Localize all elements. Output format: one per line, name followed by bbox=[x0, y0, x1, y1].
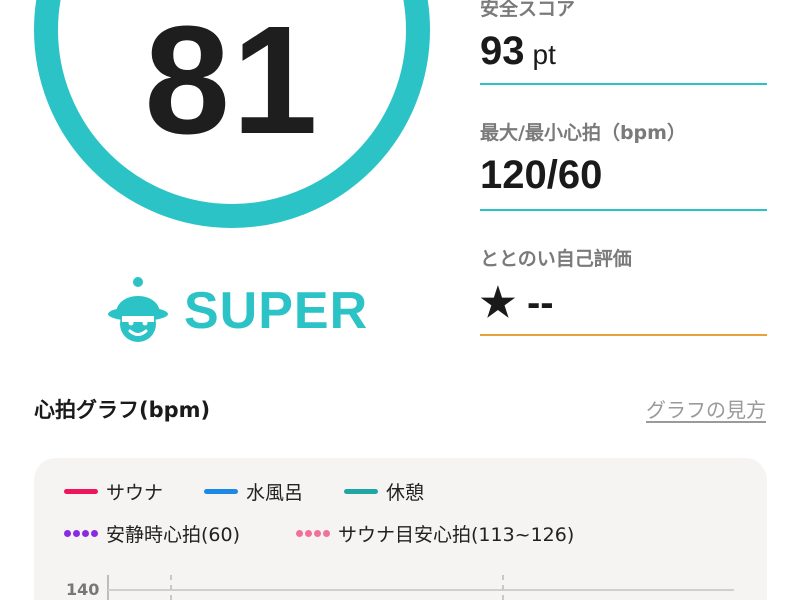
safety-score-value-row: 93 pt bbox=[480, 28, 767, 74]
y-tick-140: 140 bbox=[66, 580, 100, 599]
self-rating-label: ととのい自己評価 bbox=[480, 248, 632, 270]
heart-rate-label: 最大/最小心拍（bpm） bbox=[480, 122, 686, 144]
safety-score-underline bbox=[480, 83, 767, 85]
rank-badge: SUPER bbox=[108, 276, 368, 346]
graph-help-link[interactable]: グラフの見方 bbox=[646, 394, 766, 423]
legend-rest-label: 休憩 bbox=[386, 482, 425, 504]
heart-rate-underline bbox=[480, 209, 767, 211]
rank-label: SUPER bbox=[184, 282, 369, 340]
graph-plot-area bbox=[107, 575, 734, 600]
safety-score-unit: pt bbox=[532, 39, 556, 70]
self-rating-stat[interactable]: ととのい自己評価 ★ -- bbox=[480, 248, 767, 336]
sauna-swatch bbox=[64, 489, 98, 494]
resting-hr-dots bbox=[64, 530, 98, 537]
legend-sauna-target-label: サウナ目安心拍(113~126) bbox=[338, 524, 575, 546]
total-score: 81 bbox=[144, 0, 320, 166]
sauna-target-dots bbox=[296, 530, 330, 537]
legend-resting-hr: 安静時心拍(60) bbox=[64, 520, 240, 547]
legend-sauna-label: サウナ bbox=[106, 482, 164, 504]
legend-sauna-target: サウナ目安心拍(113~126) bbox=[296, 520, 574, 547]
legend-rest: 休憩 bbox=[344, 478, 424, 505]
sauna-hat-face-icon bbox=[108, 277, 168, 342]
legend-water-bath-label: 水風呂 bbox=[246, 482, 304, 504]
safety-score-stat: 安全スコア 93 pt bbox=[480, 0, 767, 85]
safety-score-value: 93 bbox=[480, 29, 525, 73]
rest-swatch bbox=[344, 489, 378, 494]
self-rating-underline bbox=[480, 334, 767, 336]
legend-water-bath: 水風呂 bbox=[204, 478, 303, 505]
safety-score-label: 安全スコア bbox=[480, 0, 576, 20]
heart-rate-graph-title: 心拍グラフ(bpm) bbox=[34, 398, 211, 422]
heart-rate-stat: 最大/最小心拍（bpm） 120/60 bbox=[480, 122, 767, 211]
self-rating-value[interactable]: ★ -- bbox=[480, 280, 767, 326]
water-bath-swatch bbox=[204, 489, 238, 494]
heart-rate-value: 120/60 bbox=[480, 153, 603, 197]
legend-sauna: サウナ bbox=[64, 478, 163, 505]
legend-resting-hr-label: 安静時心拍(60) bbox=[106, 524, 241, 546]
